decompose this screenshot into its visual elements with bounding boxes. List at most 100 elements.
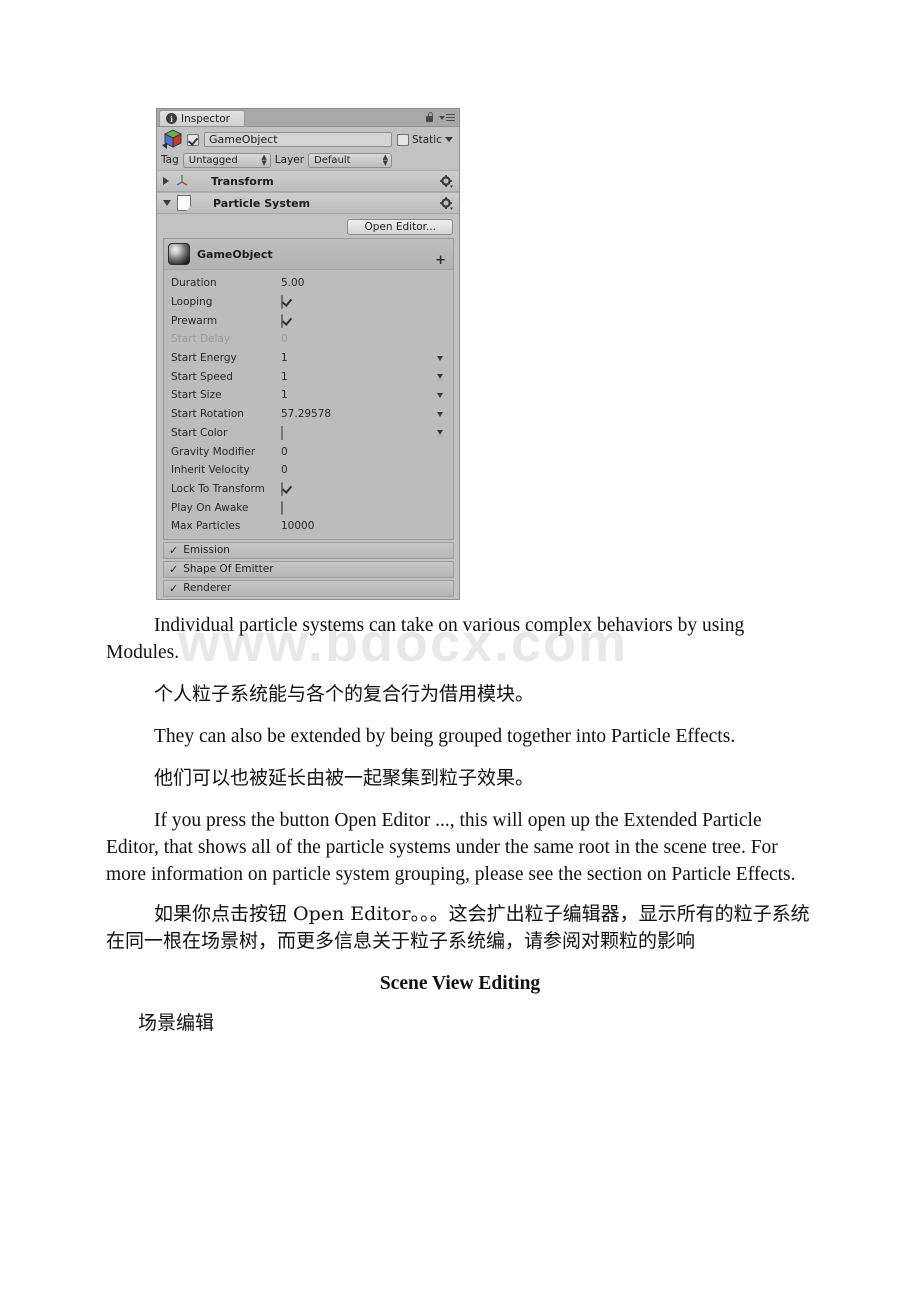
property-row: Duration 5.00 xyxy=(164,274,453,293)
property-row: Lock To Transform xyxy=(164,480,453,499)
chevron-down-icon[interactable] xyxy=(445,137,453,142)
gameobject-name-input[interactable]: GameObject xyxy=(204,132,392,147)
property-value[interactable]: 1 xyxy=(281,371,437,383)
property-value[interactable]: 0 xyxy=(281,333,453,345)
lock-icon[interactable] xyxy=(425,112,434,123)
paragraph-cn-2: 他们可以也被延长由被一起聚集到粒子效果。 xyxy=(154,767,535,789)
property-row: Start Speed 1 xyxy=(164,367,453,386)
paragraph-en-2: They can also be extended by being group… xyxy=(154,726,736,747)
chevron-down-icon[interactable] xyxy=(437,355,443,361)
gameobject-enabled-checkbox[interactable] xyxy=(187,133,199,146)
script-document-icon xyxy=(177,195,191,211)
static-control[interactable]: Static xyxy=(396,133,455,146)
inspector-tabstrip: i Inspector xyxy=(157,109,459,127)
paragraph-cn-3: 如果你点击按钮 Open Editor。。。这会扩出粒子编辑器，显示所有的粒子系… xyxy=(106,903,810,952)
check-icon[interactable]: ✓ xyxy=(169,583,178,594)
property-row: Looping xyxy=(164,293,453,312)
component-header-transform[interactable]: Transform xyxy=(157,170,459,192)
hamburger-menu-icon[interactable] xyxy=(439,113,455,122)
property-label: Gravity Modifier xyxy=(171,445,256,458)
component-header-particle-system[interactable]: Particle System xyxy=(157,192,459,214)
property-label: Prewarm xyxy=(171,314,218,327)
tag-label: Tag xyxy=(161,154,179,166)
property-label: Start Speed xyxy=(171,370,233,383)
disclosure-triangle-icon[interactable] xyxy=(163,177,169,185)
chevron-down-icon[interactable] xyxy=(437,430,443,436)
check-icon[interactable]: ✓ xyxy=(169,545,178,556)
property-checkbox[interactable] xyxy=(281,481,283,496)
transform-axis-icon xyxy=(175,173,189,190)
chevron-down-icon[interactable] xyxy=(437,392,443,398)
check-icon[interactable]: ✓ xyxy=(169,564,178,575)
property-checkbox[interactable] xyxy=(281,313,283,328)
paragraph-en-1: Individual particle systems can take on … xyxy=(106,615,745,663)
unity-inspector-window: i Inspector GameObject Static Tag Untagg… xyxy=(156,108,460,600)
layer-label: Layer xyxy=(274,154,305,166)
property-row: Start Color xyxy=(164,424,453,443)
property-value xyxy=(281,295,453,310)
property-row: Start Size 1 xyxy=(164,386,453,405)
component-title: Particle System xyxy=(213,196,311,210)
sub-module-label: Emission xyxy=(183,544,230,557)
section-heading: Scene View Editing xyxy=(379,973,541,994)
layer-dropdown[interactable]: Default ▲ ▼ xyxy=(308,152,393,168)
property-checkbox[interactable] xyxy=(281,500,283,515)
property-value[interactable]: 57.29578 xyxy=(281,408,437,420)
static-label: Static xyxy=(411,133,442,146)
property-row: Play On Awake xyxy=(164,498,453,517)
disclosure-triangle-icon[interactable] xyxy=(163,200,171,206)
property-value[interactable]: 1 xyxy=(281,352,437,364)
sub-module-label: Renderer xyxy=(183,582,232,595)
particle-module-header[interactable]: GameObject + xyxy=(164,239,453,270)
property-value[interactable]: 5.00 xyxy=(281,277,453,289)
updown-icon: ▲ ▼ xyxy=(382,153,389,167)
property-label: Start Size xyxy=(171,389,222,402)
property-value xyxy=(281,500,453,515)
component-title: Transform xyxy=(211,174,274,188)
particle-sub-modules: ✓ Emission ✓ Shape Of Emitter ✓ Renderer xyxy=(157,541,459,597)
sub-module-row[interactable]: ✓ Shape Of Emitter xyxy=(163,560,454,578)
property-label: Max Particles xyxy=(171,520,241,533)
property-label: Lock To Transform xyxy=(171,482,265,495)
property-label: Start Rotation xyxy=(171,408,244,421)
open-editor-button[interactable]: Open Editor... xyxy=(347,219,453,235)
info-icon: i xyxy=(166,113,177,124)
property-row: Prewarm xyxy=(164,311,453,330)
particle-module-box: GameObject + Duration 5.00 Looping Prewarm S… xyxy=(163,238,454,540)
gear-icon[interactable] xyxy=(440,196,453,210)
updown-icon: ▲ ▼ xyxy=(261,153,267,167)
tag-dropdown[interactable]: Untagged ▲ ▼ xyxy=(182,152,271,168)
property-row: Start Delay 0 xyxy=(164,330,453,349)
property-value[interactable]: 10000 xyxy=(281,520,453,532)
tab-inspector[interactable]: i Inspector xyxy=(159,110,245,126)
property-row: Max Particles 10000 xyxy=(164,517,453,536)
property-value[interactable]: 1 xyxy=(281,389,437,401)
sub-module-row[interactable]: ✓ Renderer xyxy=(163,579,454,597)
property-label: Looping xyxy=(171,296,213,309)
sub-module-row[interactable]: ✓ Emission xyxy=(163,541,454,559)
property-label: Start Color xyxy=(171,426,228,439)
property-value xyxy=(281,425,437,440)
chevron-down-icon[interactable] xyxy=(437,411,443,417)
particle-module-name: GameObject xyxy=(197,247,273,261)
property-label: Inherit Velocity xyxy=(171,464,250,477)
gameobject-name-row: GameObject Static xyxy=(157,127,459,150)
property-label: Duration xyxy=(171,277,217,290)
static-checkbox[interactable] xyxy=(396,133,409,146)
gear-icon[interactable] xyxy=(440,174,453,188)
property-value[interactable]: 0 xyxy=(281,464,453,476)
open-editor-row: Open Editor... xyxy=(157,214,459,238)
chevron-down-icon[interactable] xyxy=(437,374,443,380)
property-checkbox[interactable] xyxy=(281,295,283,310)
property-value xyxy=(281,481,453,496)
property-label: Play On Awake xyxy=(171,501,249,514)
property-row: Gravity Modifier 0 xyxy=(164,442,453,461)
property-value[interactable]: 0 xyxy=(281,446,453,458)
add-module-button[interactable]: + xyxy=(435,254,446,267)
tag-value: Untagged xyxy=(188,154,238,166)
inspector-header-controls xyxy=(425,112,455,123)
material-preview-thumbnail xyxy=(168,243,190,265)
gameobject-cube-icon xyxy=(161,128,185,151)
property-label: Start Energy xyxy=(171,352,237,365)
color-swatch[interactable] xyxy=(281,425,283,440)
